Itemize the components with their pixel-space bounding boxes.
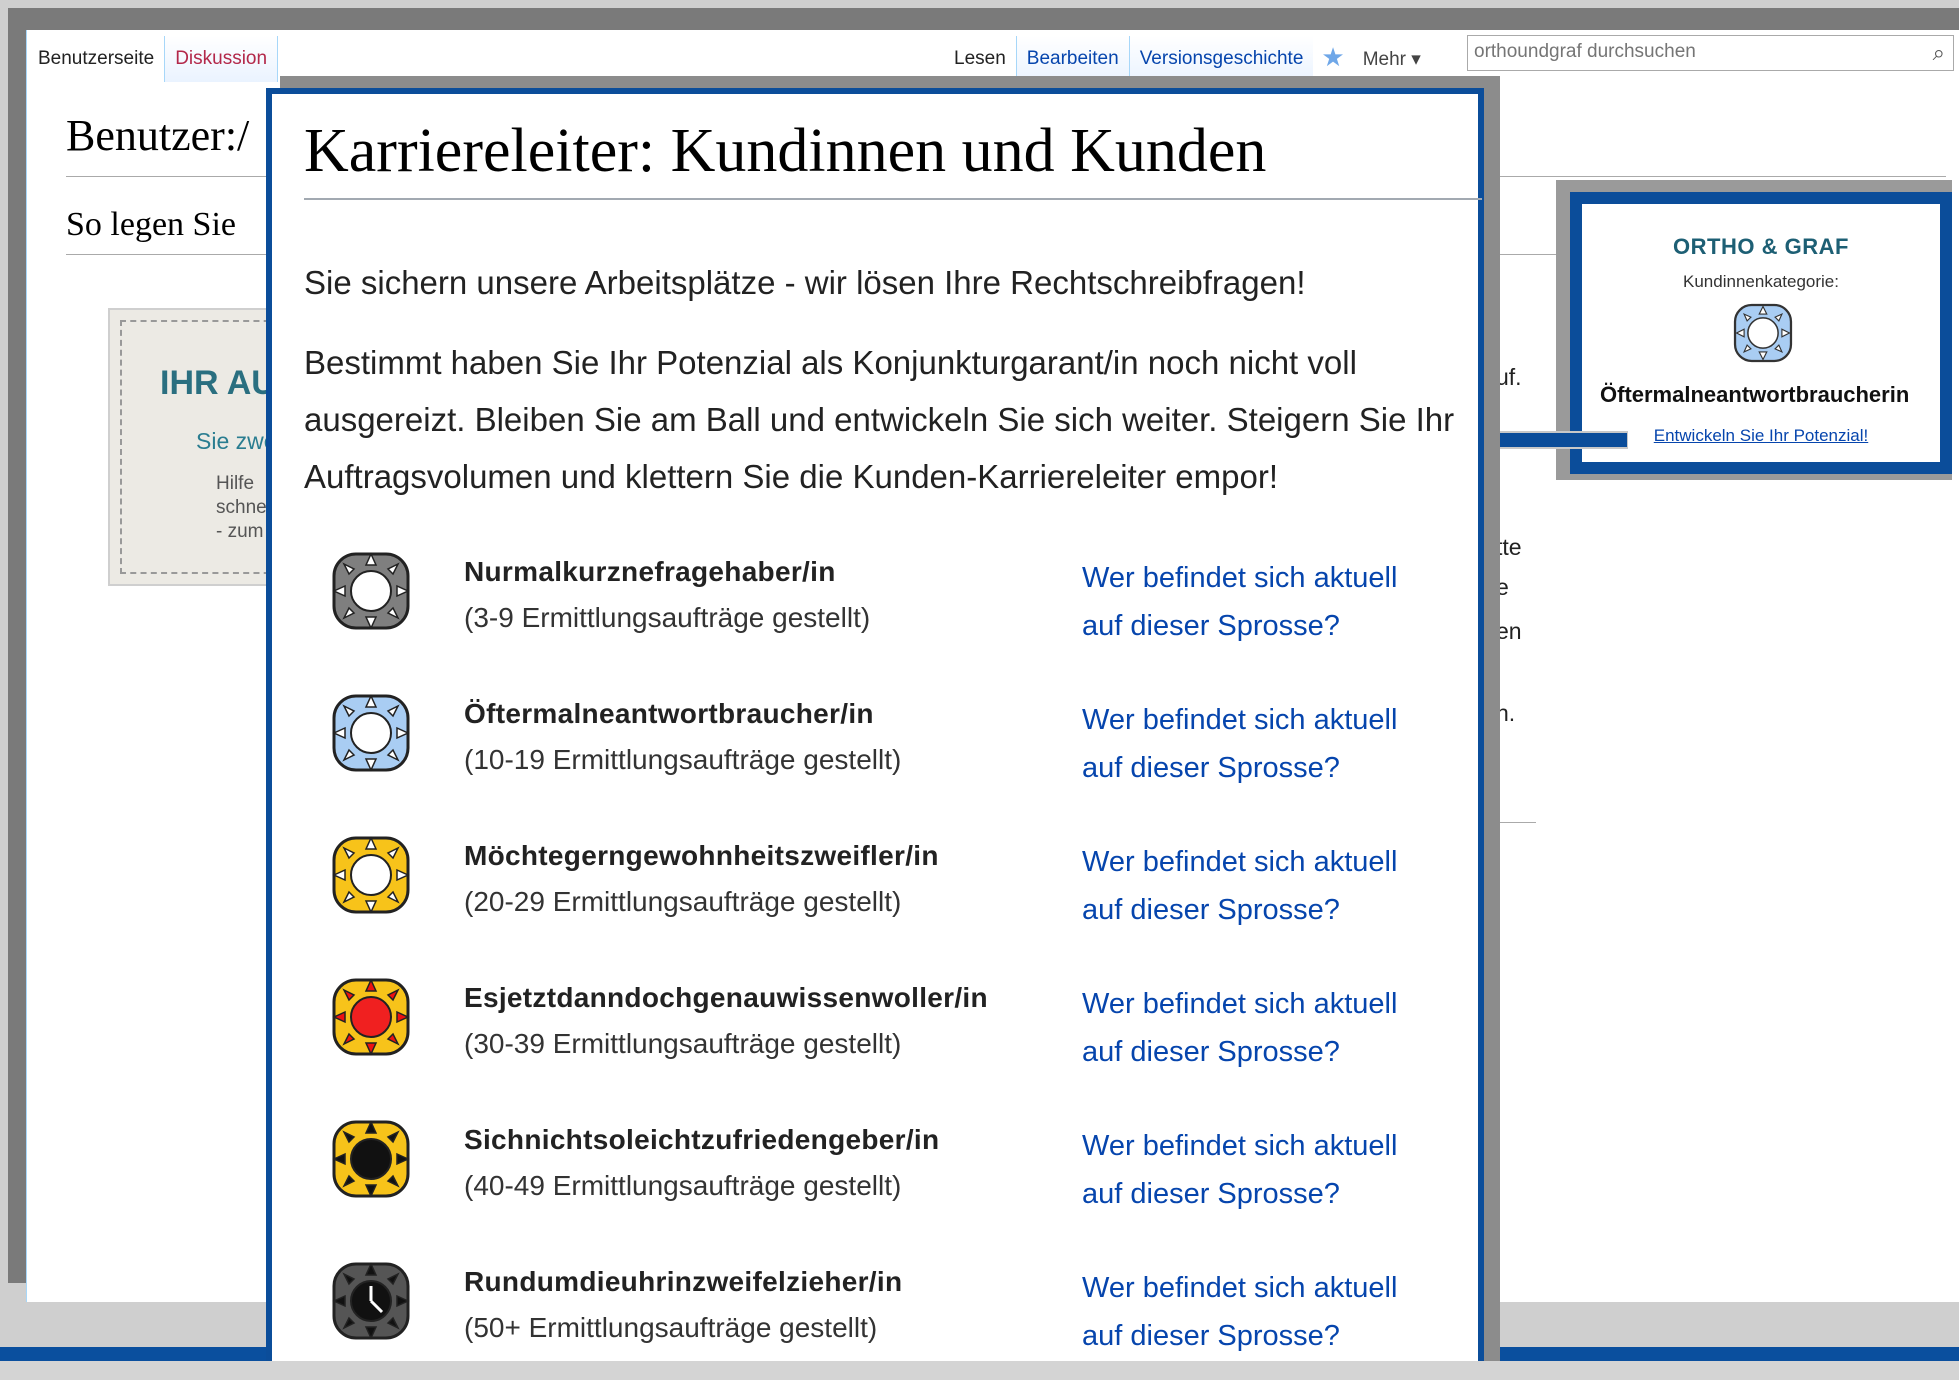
rung-count: (30-39 Ermittlungsaufträge gestellt): [464, 1028, 902, 1059]
link-line: auf dieser Sprosse?: [1082, 1036, 1340, 1068]
gray-sun-badge-icon: [332, 552, 410, 630]
link-line: Wer befindet sich aktuell: [1082, 704, 1398, 736]
red-sun-badge-icon: [332, 978, 410, 1056]
banner-heading: IHR AU: [160, 364, 276, 402]
ladder-rung: Esjetztdanndochgenauwissenwoller/in (30-…: [272, 976, 1472, 1096]
link-line: Wer befindet sich aktuell: [1082, 562, 1398, 594]
black-sun-badge-icon: [332, 1120, 410, 1198]
light-blue-sun-badge-icon: [1733, 303, 1793, 363]
develop-potential-link[interactable]: Entwickeln Sie Ihr Potenzial!: [1582, 426, 1940, 446]
clock-badge-icon: [332, 1262, 410, 1340]
rung-count: (3-9 Ermittlungsaufträge gestellt): [464, 602, 871, 633]
search-icon[interactable]: ⌕: [1933, 40, 1945, 66]
tab-user-page[interactable]: Benutzerseite: [28, 36, 164, 82]
link-line: auf dieser Sprosse?: [1082, 1320, 1340, 1352]
popup-title-divider: [304, 198, 1482, 200]
popup-body: Bestimmt haben Sie Ihr Potenzial als Kon…: [304, 344, 1455, 495]
rung-name: Öftermalneantwortbraucher/in: [464, 698, 874, 729]
rung-members-link[interactable]: Wer befindet sich aktuell auf dieser Spro…: [1082, 1264, 1442, 1360]
rung-count: (40-49 Ermittlungsaufträge gestellt): [464, 1170, 902, 1201]
popup-intro: Sie sichern unsere Arbeitsplätze - wir l…: [304, 264, 1306, 301]
tab-discussion[interactable]: Diskussion: [164, 36, 279, 82]
banner-line: Hilfe: [216, 473, 255, 494]
rung-members-link[interactable]: Wer befindet sich aktuell auf dieser Spro…: [1082, 696, 1442, 792]
link-line: Wer befindet sich aktuell: [1082, 1272, 1398, 1304]
namespace-tabs: Benutzerseite Diskussion: [28, 36, 279, 82]
banner-subheading: Sie zwe: [196, 428, 277, 454]
link-line: Wer befindet sich aktuell: [1082, 1130, 1398, 1162]
link-line: auf dieser Sprosse?: [1082, 610, 1340, 642]
search-box: ⌕: [1467, 35, 1954, 71]
link-line: Wer befindet sich aktuell: [1082, 988, 1398, 1020]
link-line: auf dieser Sprosse?: [1082, 752, 1340, 784]
link-line: auf dieser Sprosse?: [1082, 1178, 1340, 1210]
yellow-sun-badge-icon: [332, 836, 410, 914]
career-ladder-popup: Karriereleiter: Kundinnen und Kunden Sie…: [266, 88, 1484, 1361]
chevron-down-icon: ▾: [1411, 49, 1421, 70]
rung-count: (50+ Ermittlungsaufträge gestellt): [464, 1312, 878, 1343]
ladder-rung: Rundumdieuhrinzweifelzieher/in (50+ Ermi…: [272, 1260, 1472, 1380]
rung-count: (20-29 Ermittlungsaufträge gestellt): [464, 886, 902, 917]
rung-members-link[interactable]: Wer befindet sich aktuell auf dieser Spro…: [1082, 980, 1442, 1076]
rung-name: Nurmalkurznefragehaber/in: [464, 556, 836, 587]
banner-text: Hilfe schne - zum: [216, 472, 267, 544]
more-label: Mehr: [1362, 49, 1407, 70]
brand-name: ORTHO & GRAF: [1673, 234, 1849, 259]
rung-name: Möchtegerngewohnheitszweifler/in: [464, 840, 939, 871]
rung-name: Rundumdieuhrinzweifelzieher/in: [464, 1266, 903, 1297]
ladder-rung: Sichnichtsoleichtzufriedengeber/in (40-4…: [272, 1118, 1472, 1238]
category-label: Kundinnenkategorie:: [1683, 272, 1839, 291]
banner-line: schne: [216, 497, 267, 518]
search-input[interactable]: [1468, 36, 1920, 68]
category-value: Öftermalneantwortbraucherin: [1600, 382, 1910, 407]
light-blue-sun-badge-icon: [332, 694, 410, 772]
section-heading: So legen Sie: [66, 206, 236, 243]
ladder-rung: Nurmalkurznefragehaber/in (3-9 Ermittlun…: [272, 550, 1472, 670]
rung-name: Esjetztdanndochgenauwissenwoller/in: [464, 982, 988, 1013]
ladder-rung: Möchtegerngewohnheitszweifler/in (20-29 …: [272, 834, 1472, 954]
banner-line: - zum: [216, 521, 264, 542]
link-line: Wer befindet sich aktuell: [1082, 846, 1398, 878]
link-line: auf dieser Sprosse?: [1082, 894, 1340, 926]
popup-title: Karriereleiter: Kundinnen und Kunden: [304, 117, 1267, 185]
rung-members-link[interactable]: Wer befindet sich aktuell auf dieser Spro…: [1082, 554, 1442, 650]
rung-members-link[interactable]: Wer befindet sich aktuell auf dieser Spro…: [1082, 1122, 1442, 1218]
rung-name: Sichnichtsoleichtzufriedengeber/in: [464, 1124, 940, 1155]
ladder-rung: Öftermalneantwortbraucher/in (10-19 Ermi…: [272, 692, 1472, 812]
rung-members-link[interactable]: Wer befindet sich aktuell auf dieser Spro…: [1082, 838, 1442, 934]
rung-count: (10-19 Ermittlungsaufträge gestellt): [464, 744, 902, 775]
welcome-banner: IHR AU Sie zwe Hilfe schne - zum: [108, 308, 282, 586]
page-title: Benutzer:/: [66, 111, 250, 160]
